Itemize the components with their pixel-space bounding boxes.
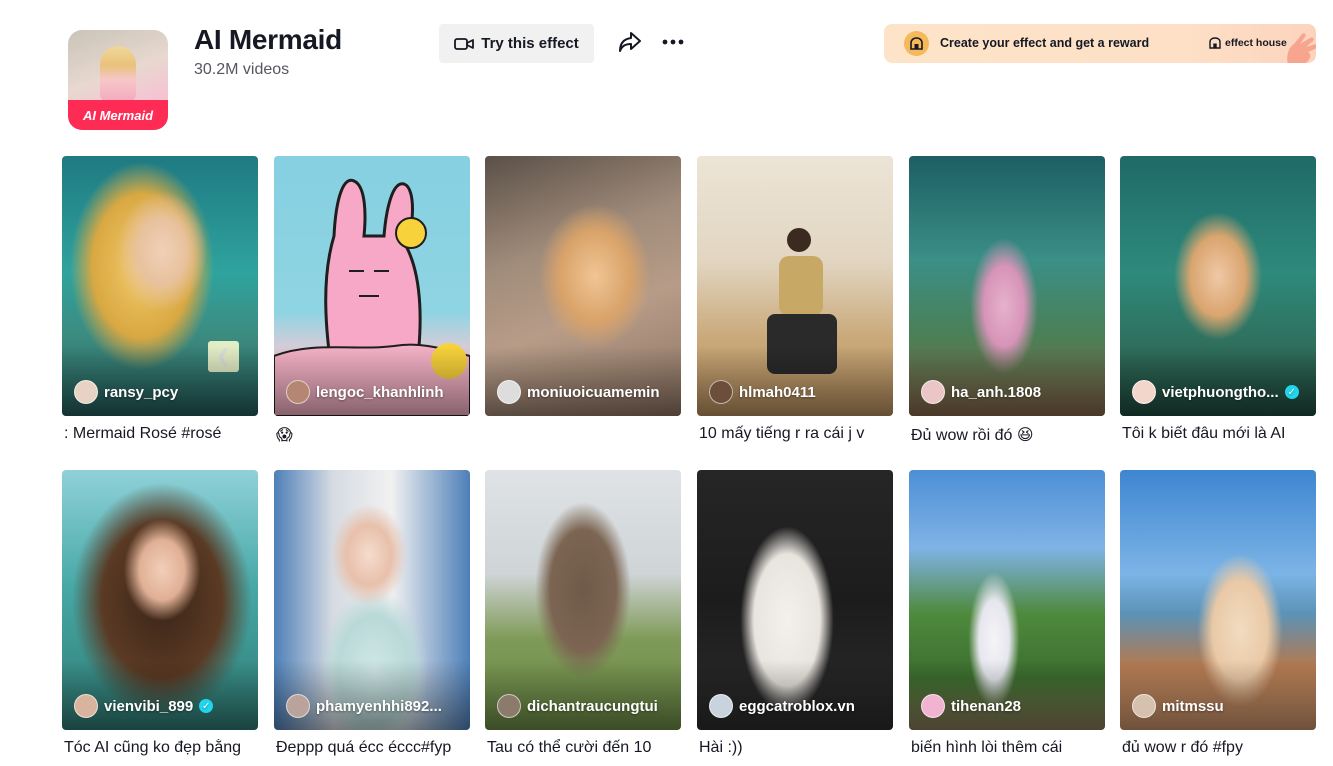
video-thumbnail: tihenan28 xyxy=(909,470,1105,730)
author-name: mitmssu xyxy=(1162,697,1224,715)
avatar xyxy=(1132,380,1156,404)
video-card[interactable]: vienvibi_899 ✓ Tóc AI cũng ko đẹp bằng xyxy=(62,470,258,757)
video-caption: đủ wow r đó #fpy xyxy=(1122,739,1243,756)
avatar xyxy=(497,694,521,718)
video-camera-icon xyxy=(454,37,475,50)
effect-thumbnail-label: AI Mermaid xyxy=(68,100,168,130)
author-name: ransy_pcy xyxy=(104,383,179,401)
author-name: phamyenhhi892... xyxy=(316,697,442,715)
author-name: lengoc_khanhlinh xyxy=(316,383,444,401)
try-effect-button[interactable]: Try this effect xyxy=(439,24,594,63)
video-author[interactable]: dichantraucungtui xyxy=(497,694,658,718)
effect-house-banner[interactable]: Create your effect and get a reward effe… xyxy=(884,24,1316,63)
effect-title: AI Mermaid xyxy=(194,24,342,55)
video-thumbnail: mitmssu xyxy=(1120,470,1316,730)
effect-preview-figure xyxy=(100,46,136,102)
try-effect-label: Try this effect xyxy=(481,35,579,52)
author-name: moniuoicuamemin xyxy=(527,383,660,401)
avatar xyxy=(74,694,98,718)
video-author[interactable]: eggcatroblox.vn xyxy=(709,694,855,718)
avatar xyxy=(709,380,733,404)
video-author[interactable]: ha_anh.1808 xyxy=(921,380,1041,404)
video-caption: Tau có thể cười đến 10 xyxy=(487,739,652,756)
video-thumbnail: ha_anh.1808 xyxy=(909,156,1105,416)
video-card[interactable]: lengoc_khanhlinh 😱 xyxy=(274,156,470,445)
banner-text: Create your effect and get a reward xyxy=(940,36,1150,50)
video-author[interactable]: hlmah0411 xyxy=(709,380,816,404)
video-author[interactable]: vietphuongtho... ✓ xyxy=(1132,380,1299,404)
video-card[interactable]: phamyenhhi892... Đeppp quá écc éccc#fyp xyxy=(274,470,470,757)
video-card[interactable]: ❮ ransy_pcy : Mermaid Rosé #rosé xyxy=(62,156,258,443)
video-author[interactable]: lengoc_khanhlinh xyxy=(286,380,444,404)
video-thumbnail: lengoc_khanhlinh xyxy=(274,156,470,416)
video-caption: Tóc AI cũng ko đẹp bằng xyxy=(64,739,242,756)
verified-badge-icon: ✓ xyxy=(199,699,214,713)
avatar xyxy=(921,380,945,404)
video-thumbnail: ❮ ransy_pcy xyxy=(62,156,258,416)
video-card[interactable]: hlmah0411 10 mấy tiếng r ra cái j v xyxy=(697,156,893,443)
video-caption: Đeppp quá écc éccc#fyp xyxy=(276,739,452,756)
video-card[interactable]: dichantraucungtui Tau có thể cười đến 10 xyxy=(485,470,681,757)
video-card[interactable]: vietphuongtho... ✓ Tôi k biết đâu mới là… xyxy=(1120,156,1316,443)
video-author[interactable]: vienvibi_899 ✓ xyxy=(74,694,214,718)
video-thumbnail: vienvibi_899 ✓ xyxy=(62,470,258,730)
avatar xyxy=(1132,694,1156,718)
author-name: ha_anh.1808 xyxy=(951,383,1042,401)
author-name: dichantraucungtui xyxy=(527,697,658,715)
video-thumbnail: moniuoicuamemin xyxy=(485,156,681,416)
avatar xyxy=(497,380,521,404)
hand-decoration-icon xyxy=(1287,33,1316,63)
video-caption: 😱 xyxy=(276,427,293,444)
author-name: hlmah0411 xyxy=(739,383,816,401)
video-author[interactable]: tihenan28 xyxy=(921,694,1021,718)
avatar xyxy=(921,694,945,718)
video-card[interactable]: moniuoicuamemin xyxy=(485,156,681,425)
video-count: 30.2M videos xyxy=(194,61,290,78)
video-card[interactable]: ha_anh.1808 Đủ wow rồi đó 😆 xyxy=(909,156,1105,445)
video-caption: Đủ wow rồi đó 😆 xyxy=(911,427,1034,444)
author-name: tihenan28 xyxy=(951,697,1022,715)
verified-badge-icon: ✓ xyxy=(1284,385,1299,399)
effect-house-logo-icon xyxy=(1209,37,1221,49)
video-caption: Hài :)) xyxy=(699,739,743,756)
video-author[interactable]: ransy_pcy xyxy=(74,380,178,404)
video-thumbnail: vietphuongtho... ✓ xyxy=(1120,156,1316,416)
video-caption: 10 mấy tiếng r ra cái j v xyxy=(699,425,865,442)
video-card[interactable]: mitmssu đủ wow r đó #fpy xyxy=(1120,470,1316,757)
author-name: vienvibi_899 xyxy=(104,697,194,715)
effect-house-brand: effect house xyxy=(1209,37,1287,49)
avatar xyxy=(709,694,733,718)
effect-house-badge-icon xyxy=(904,31,929,56)
more-icon xyxy=(662,39,684,45)
video-caption: biến hình lòi thêm cái xyxy=(911,739,1063,756)
author-name: eggcatroblox.vn xyxy=(739,697,855,715)
video-card[interactable]: tihenan28 biến hình lòi thêm cái xyxy=(909,470,1105,757)
avatar xyxy=(286,380,310,404)
share-button[interactable] xyxy=(617,30,645,56)
video-thumbnail: eggcatroblox.vn xyxy=(697,470,893,730)
avatar xyxy=(286,694,310,718)
video-caption: : Mermaid Rosé #rosé xyxy=(64,425,222,442)
video-thumbnail: phamyenhhi892... xyxy=(274,470,470,730)
video-caption: Tôi k biết đâu mới là AI xyxy=(1122,425,1286,442)
more-options-button[interactable] xyxy=(660,30,688,56)
video-card[interactable]: eggcatroblox.vn Hài :)) xyxy=(697,470,893,757)
video-author[interactable]: phamyenhhi892... xyxy=(286,694,442,718)
effect-thumbnail: AI Mermaid xyxy=(68,30,168,130)
avatar xyxy=(74,380,98,404)
video-thumbnail: hlmah0411 xyxy=(697,156,893,416)
author-name: vietphuongtho... xyxy=(1162,383,1279,401)
video-thumbnail: dichantraucungtui xyxy=(485,470,681,730)
video-author[interactable]: moniuoicuamemin xyxy=(497,380,660,404)
video-author[interactable]: mitmssu xyxy=(1132,694,1224,718)
share-icon xyxy=(619,32,641,52)
